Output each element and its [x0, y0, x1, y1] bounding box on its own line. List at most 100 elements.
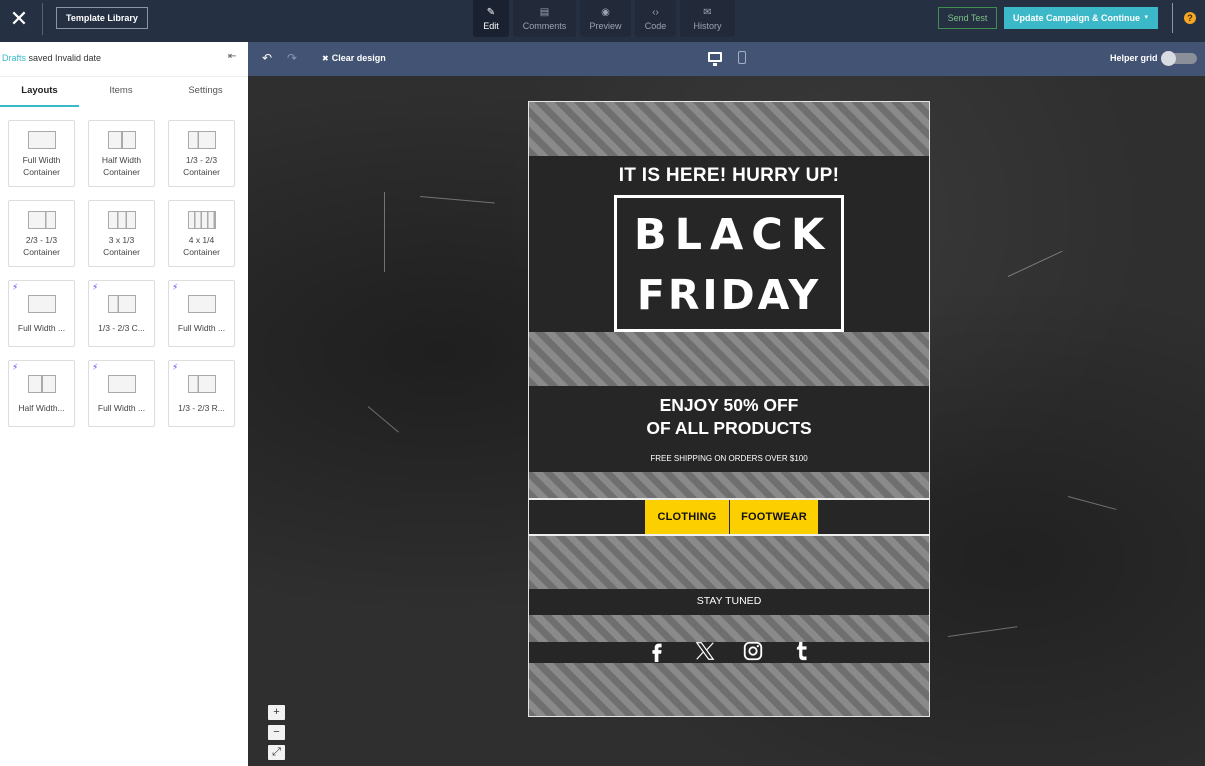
redo-icon[interactable]: ↷ — [287, 51, 297, 65]
tumblr-icon[interactable] — [789, 640, 813, 664]
email-preview[interactable]: IT IS HERE! HURRY UP! BLACK FRIDAY ENJOY… — [528, 101, 930, 717]
stripe-band — [529, 332, 929, 386]
undo-icon[interactable]: ↶ — [262, 51, 272, 65]
layout-pro-full-width[interactable]: ⚡ Full Width ... — [8, 280, 75, 347]
helper-grid-toggle[interactable] — [1161, 51, 1197, 66]
tab-settings[interactable]: Settings — [163, 77, 248, 107]
full-width-product-layout-icon — [188, 295, 216, 313]
offer-line-2: OF ALL PRODUCTS — [646, 418, 812, 438]
one-third-two-thirds-text-layout-icon — [108, 295, 136, 313]
layout-four-column-container[interactable]: 4 x 1/4 Container — [168, 200, 235, 267]
top-bar: ✕ Template Library ✎ Edit ▤ Comments ◉ P… — [0, 0, 1205, 42]
facebook-icon[interactable] — [645, 640, 669, 664]
half-width-layout-icon — [108, 131, 136, 149]
layout-pro-half-width[interactable]: ⚡ Half Width... — [8, 360, 75, 427]
template-library-button[interactable]: Template Library — [56, 7, 148, 29]
tab-edit[interactable]: ✎ Edit — [473, 0, 509, 37]
layout-label: 3 x 1/3 Container — [103, 235, 140, 257]
chalk-scratch — [367, 406, 399, 433]
layout-label: Full Width ... — [97, 403, 146, 413]
history-icon: ✉ — [703, 6, 712, 18]
social-section — [529, 642, 929, 663]
clothing-button[interactable]: CLOTHING — [645, 500, 729, 534]
layout-two-thirds-one-third-container[interactable]: 2/3 - 1/3 Container — [8, 200, 75, 267]
send-test-button[interactable]: Send Test — [938, 7, 997, 29]
stripe-band — [529, 615, 929, 642]
three-column-layout-icon — [108, 211, 136, 229]
layout-label: Half Width... — [18, 403, 65, 413]
layout-grid: Full Width Container Half Width Containe… — [8, 120, 235, 427]
layout-label: Full Width Container — [22, 155, 61, 177]
layout-label: 2/3 - 1/3 Container — [23, 235, 60, 257]
layout-label: Full Width ... — [17, 323, 66, 333]
instagram-icon[interactable] — [741, 640, 765, 664]
drafts-link[interactable]: Drafts — [2, 53, 26, 63]
code-icon: ‹› — [652, 6, 659, 18]
layout-label: 1/3 - 2/3 R... — [178, 403, 225, 413]
tab-comments[interactable]: ▤ Comments — [513, 0, 576, 37]
mobile-icon[interactable] — [738, 51, 746, 64]
helper-grid-label: Helper grid — [1110, 53, 1158, 63]
tab-code[interactable]: ‹› Code — [635, 0, 676, 37]
full-width-image-layout-icon — [28, 295, 56, 313]
layout-pro-full-width-rss[interactable]: ⚡ Full Width ... — [88, 360, 155, 427]
headline-friday: FRIDAY — [636, 271, 822, 319]
tab-label: Preview — [589, 20, 622, 31]
stripe-band — [529, 536, 929, 589]
close-icon[interactable]: ✕ — [8, 8, 30, 30]
offer-line-1: ENJOY 50% OFF — [659, 395, 799, 415]
layout-half-width-container[interactable]: Half Width Container — [88, 120, 155, 187]
tab-label: Comments — [522, 20, 567, 31]
layout-label: Half Width Container — [101, 155, 142, 177]
two-thirds-one-third-layout-icon — [28, 211, 56, 229]
comments-icon: ▤ — [539, 6, 550, 18]
zoom-out-button[interactable]: − — [268, 725, 285, 740]
tab-history[interactable]: ✉ History — [680, 0, 735, 37]
bolt-icon: ⚡ — [92, 362, 99, 372]
four-column-layout-icon — [188, 211, 216, 229]
collapse-sidebar-icon[interactable]: ⇤ — [228, 51, 236, 62]
x-twitter-icon[interactable] — [693, 640, 717, 664]
tab-preview[interactable]: ◉ Preview — [580, 0, 631, 37]
tab-layouts[interactable]: Layouts — [0, 77, 79, 107]
layout-pro-one-third-two-thirds[interactable]: ⚡ 1/3 - 2/3 C... — [88, 280, 155, 347]
layout-label: Full Width ... — [177, 323, 226, 333]
eraser-icon: ✖ — [322, 54, 329, 63]
save-status: Drafts saved Invalid date — [2, 53, 101, 63]
zoom-in-button[interactable]: + — [268, 705, 285, 720]
layout-pro-full-width-2[interactable]: ⚡ Full Width ... — [168, 280, 235, 347]
tab-label: Code — [644, 20, 667, 31]
update-campaign-label: Update Campaign & Continue — [1013, 13, 1141, 23]
full-width-rss-layout-icon — [108, 375, 136, 393]
footwear-button[interactable]: FOOTWEAR — [730, 500, 818, 534]
tab-items[interactable]: Items — [79, 77, 163, 107]
chalk-scratch — [1007, 250, 1063, 277]
desktop-icon[interactable] — [708, 52, 722, 66]
stay-tuned-text: STAY TUNED — [696, 595, 762, 607]
update-campaign-button[interactable]: Update Campaign & Continue ▾ — [1004, 7, 1158, 29]
divider — [1172, 3, 1173, 33]
pencil-icon: ✎ — [486, 6, 496, 18]
help-icon[interactable]: ? — [1184, 12, 1196, 24]
design-canvas: IT IS HERE! HURRY UP! BLACK FRIDAY ENJOY… — [248, 76, 1205, 766]
bolt-icon: ⚡ — [172, 362, 179, 372]
chevron-down-icon[interactable]: ▾ — [1144, 7, 1148, 29]
layout-three-column-container[interactable]: 3 x 1/3 Container — [88, 200, 155, 267]
layout-label: 4 x 1/4 Container — [183, 235, 220, 257]
layout-one-third-two-thirds-container[interactable]: 1/3 - 2/3 Container — [168, 120, 235, 187]
clear-design-button[interactable]: ✖ Clear design — [322, 53, 386, 63]
sidebar: Drafts saved Invalid date ⇤ Layouts Item… — [0, 42, 248, 766]
chalk-scratch — [947, 626, 1018, 637]
canvas-toolbar: ↶ ↷ ✖ Clear design Helper grid — [248, 42, 1205, 76]
layout-pro-one-third-two-thirds-rss[interactable]: ⚡ 1/3 - 2/3 R... — [168, 360, 235, 427]
chalk-scratch — [1067, 496, 1117, 510]
bolt-icon: ⚡ — [92, 282, 99, 292]
layout-label: 1/3 - 2/3 C... — [98, 323, 145, 333]
save-status-text: saved Invalid date — [26, 53, 102, 63]
toggle-knob — [1161, 51, 1176, 66]
layout-full-width-container[interactable]: Full Width Container — [8, 120, 75, 187]
clear-design-label: Clear design — [331, 53, 386, 63]
black-friday-box: BLACK FRIDAY — [614, 195, 844, 332]
fit-screen-button[interactable]: ⤢ — [268, 745, 285, 760]
layout-label: 1/3 - 2/3 Container — [183, 155, 220, 177]
